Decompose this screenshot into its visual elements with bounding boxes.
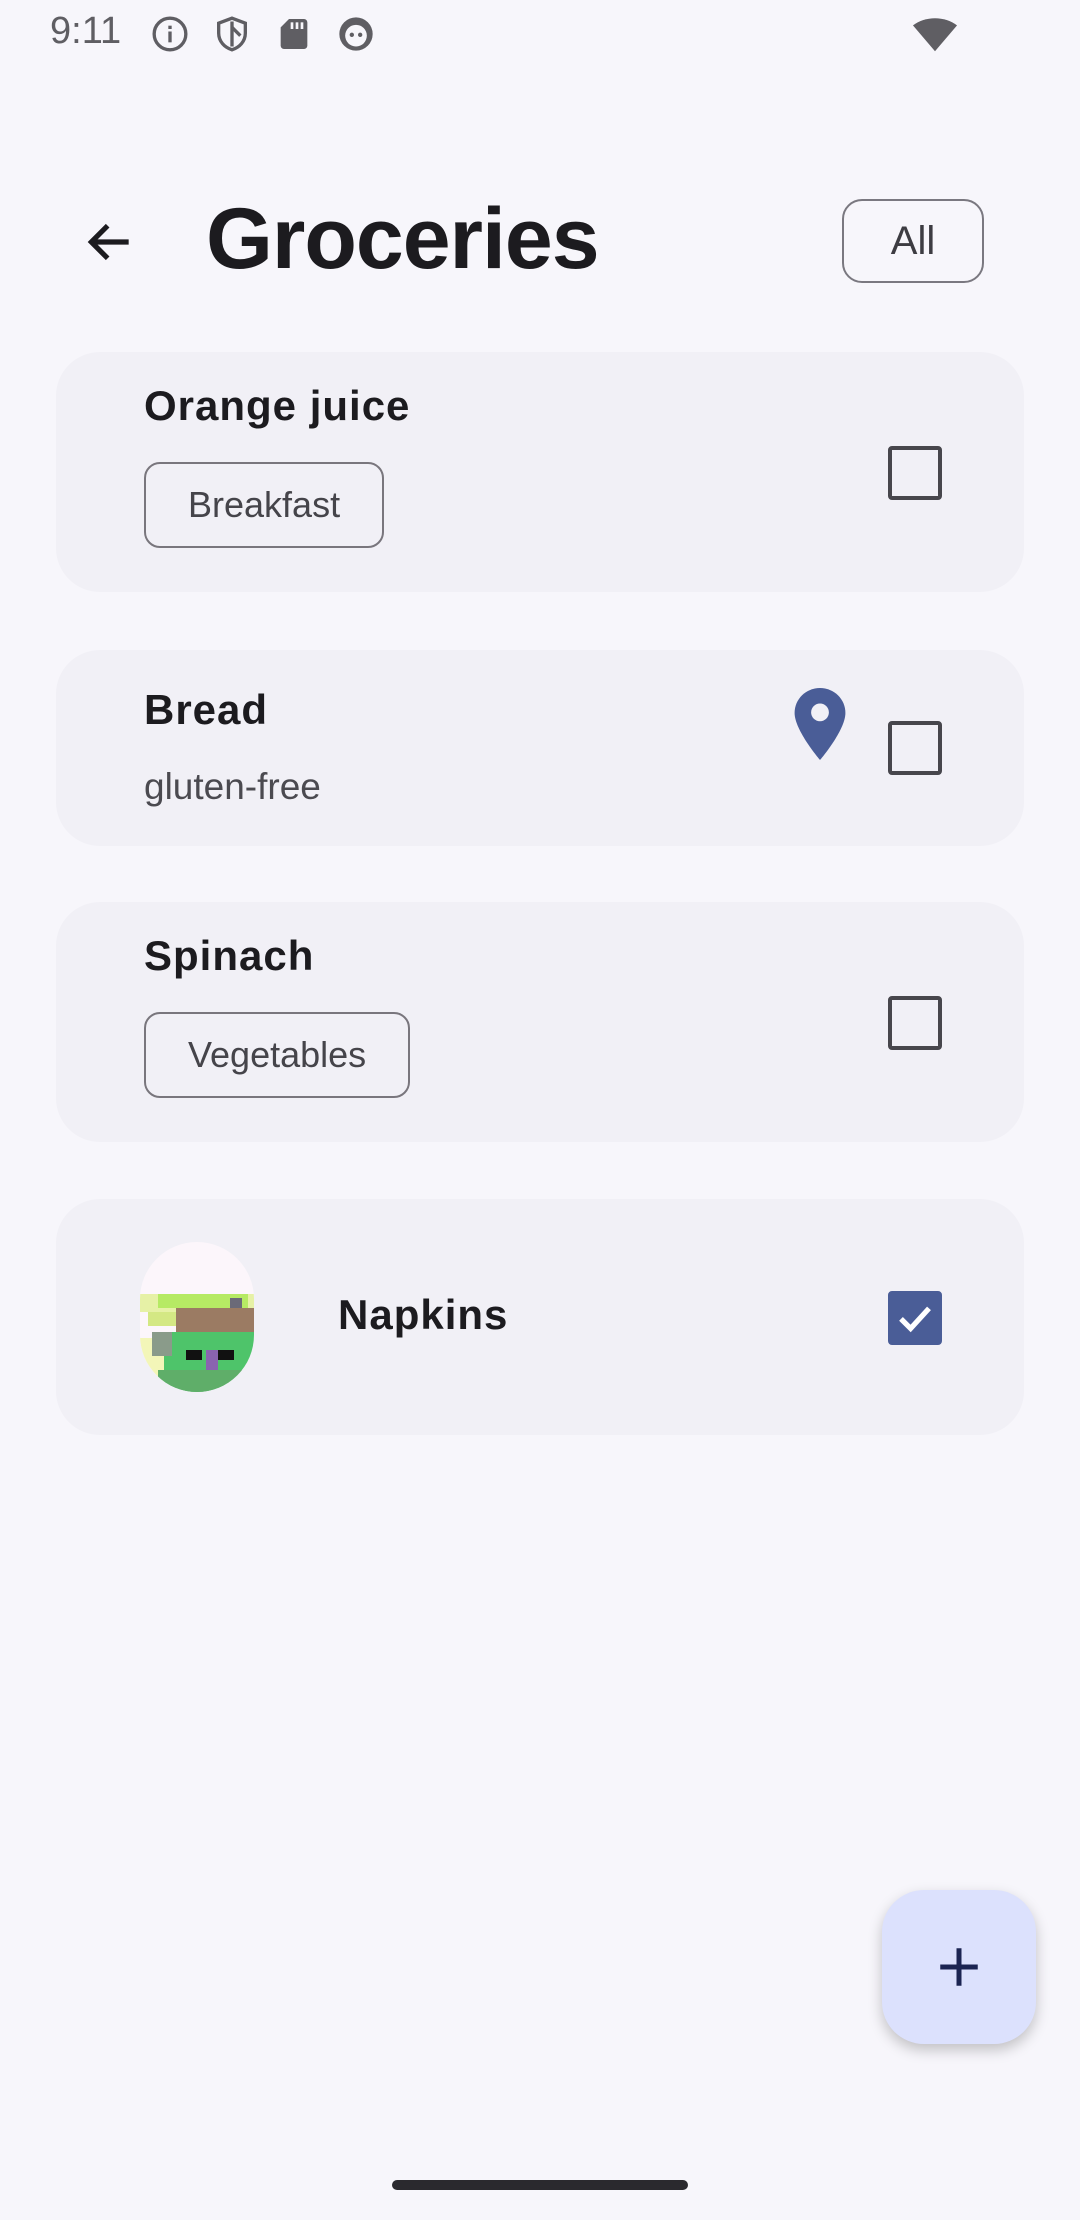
back-button[interactable] — [68, 200, 152, 284]
plus-icon — [940, 1948, 978, 1986]
shield-icon — [217, 16, 247, 52]
add-item-button[interactable] — [882, 1890, 1036, 2044]
home-indicator[interactable] — [392, 2180, 688, 2190]
item-image — [140, 1242, 254, 1392]
item-checkbox[interactable] — [888, 996, 942, 1050]
item-subtitle: gluten-free — [144, 766, 321, 807]
pixel-avatar — [140, 1242, 254, 1392]
item-title: Spinach — [144, 932, 315, 979]
item-title: Orange juice — [144, 382, 411, 429]
check-icon — [899, 1306, 931, 1333]
item-checkbox[interactable] — [888, 1291, 942, 1345]
location-pin-icon[interactable] — [794, 688, 846, 760]
status-icons — [150, 14, 376, 54]
item-checkbox[interactable] — [888, 721, 942, 775]
sd-card-icon — [280, 19, 308, 49]
face-icon — [339, 17, 373, 51]
status-time: 9:11 — [50, 10, 122, 52]
status-bar: 9:11 — [0, 0, 1080, 66]
item-title: Napkins — [338, 1291, 509, 1338]
wifi-icon — [912, 18, 958, 52]
item-title: Bread — [144, 686, 269, 733]
info-icon — [152, 16, 188, 52]
item-tag[interactable]: Breakfast — [144, 462, 385, 548]
list-item[interactable]: Orange juice Breakfast — [56, 352, 1024, 592]
arrow-back-icon — [87, 223, 129, 261]
item-checkbox[interactable] — [888, 446, 942, 500]
item-tag[interactable]: Vegetables — [144, 1012, 411, 1098]
page-title: Groceries — [206, 191, 600, 287]
list-item[interactable]: Bread gluten-free — [56, 650, 1024, 846]
filter-button[interactable]: All — [842, 199, 984, 283]
list-item[interactable]: Napkins — [56, 1199, 1024, 1435]
list-item[interactable]: Spinach Vegetables — [56, 902, 1024, 1142]
